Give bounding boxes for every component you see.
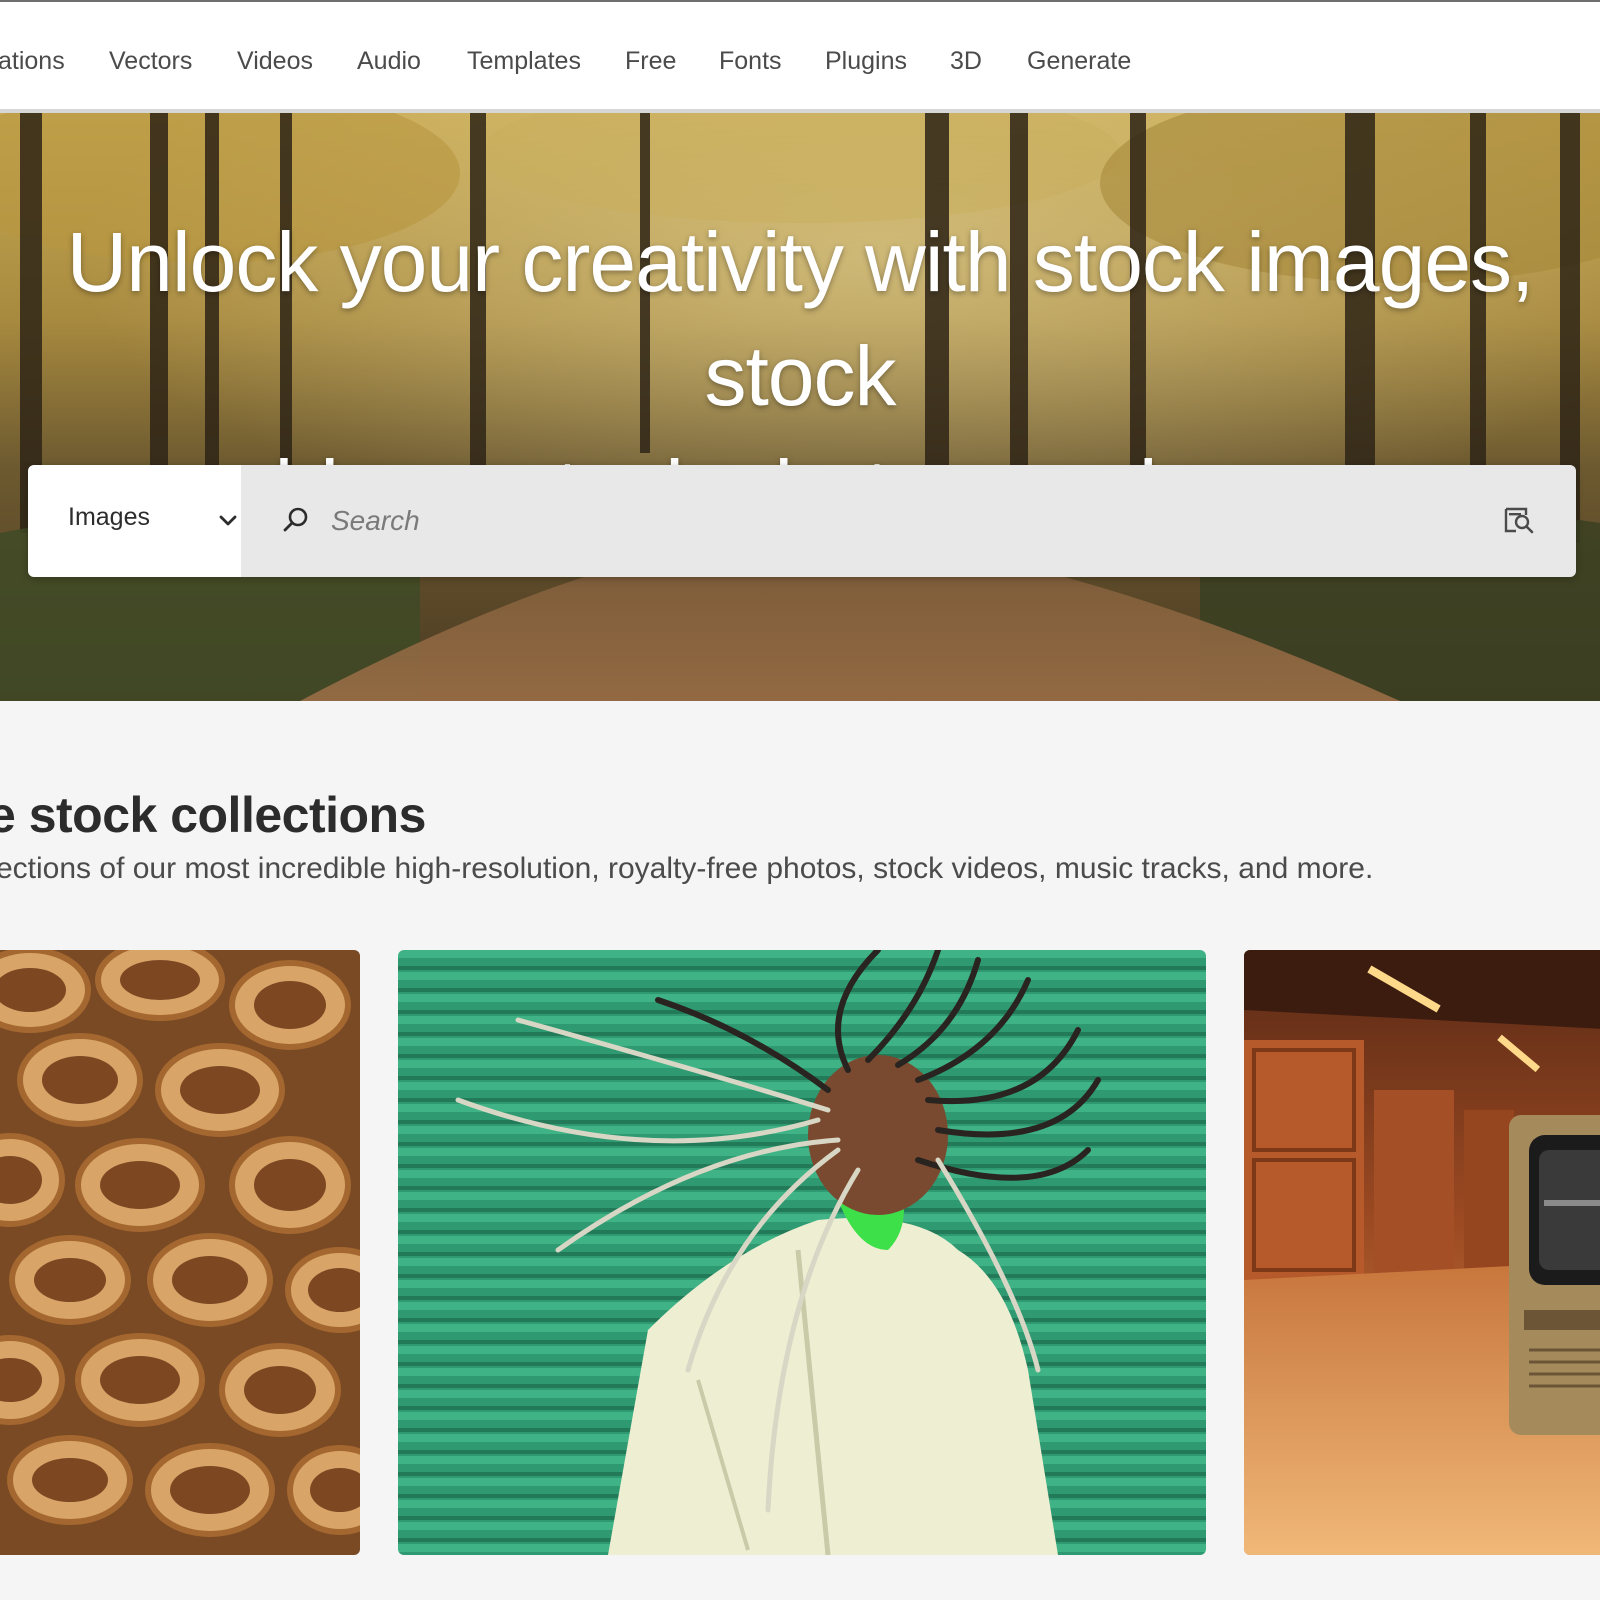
hero-title-line-1: Unlock your creativity with stock images… [66, 215, 1535, 423]
collection-card-retro[interactable] [1244, 950, 1600, 1555]
nav-item-plugins[interactable]: Plugins [825, 44, 907, 78]
hero-banner: Unlock your creativity with stock images… [0, 113, 1600, 701]
page: ations Vectors Videos Audio Templates Fr… [0, 0, 1600, 1600]
nav-item-3d[interactable]: 3D [950, 44, 982, 78]
collections-title: e stock collections [0, 787, 426, 843]
nav-item-illustrations[interactable]: ations [0, 44, 65, 78]
chevron-down-icon [219, 515, 237, 526]
nav-item-generate[interactable]: Generate [1027, 44, 1131, 78]
collection-card-portrait[interactable] [398, 950, 1206, 1555]
top-nav: ations Vectors Videos Audio Templates Fr… [0, 0, 1600, 113]
search-input[interactable] [331, 495, 1431, 547]
nav-item-vectors[interactable]: Vectors [109, 44, 192, 78]
nav-item-fonts[interactable]: Fonts [719, 44, 782, 78]
search-bar: Images [28, 465, 1576, 577]
nav-item-free[interactable]: Free [625, 44, 676, 78]
nav-item-templates[interactable]: Templates [467, 44, 581, 78]
collection-image-pasta [0, 950, 360, 1555]
nav-item-videos[interactable]: Videos [237, 44, 313, 78]
search-field [241, 465, 1576, 577]
collection-image-retro [1244, 950, 1600, 1555]
search-type-dropdown[interactable]: Images [28, 465, 241, 577]
collections-subtitle: ections of our most incredible high-reso… [0, 852, 1374, 885]
collection-image-portrait [398, 950, 1206, 1555]
search-icon [283, 507, 308, 532]
nav-item-audio[interactable]: Audio [357, 44, 421, 78]
search-type-label: Images [68, 503, 150, 531]
visual-search-icon[interactable] [1502, 503, 1536, 537]
collection-card-pasta[interactable] [0, 950, 360, 1555]
